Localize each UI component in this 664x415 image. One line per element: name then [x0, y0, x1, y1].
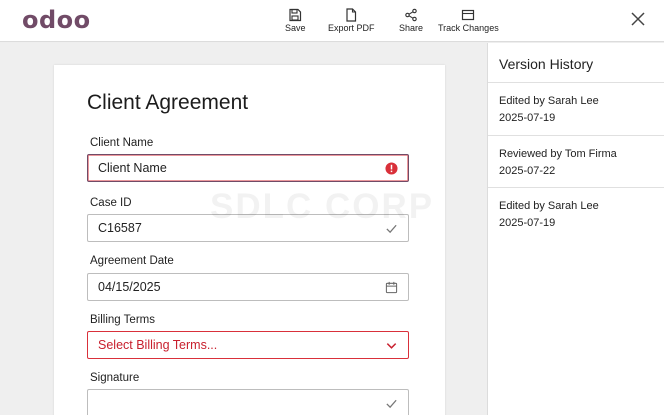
page-title: Client Agreement: [87, 91, 249, 114]
close-icon[interactable]: [630, 11, 646, 27]
case-id-value: C16587: [98, 221, 142, 235]
version-history-panel: Version History Edited by Sarah Lee 2025…: [487, 43, 664, 415]
save-button[interactable]: Save: [285, 8, 306, 33]
client-name-label: Client Name: [90, 137, 154, 149]
chevron-down-icon: [386, 343, 397, 349]
divider: [488, 187, 664, 188]
history-item-text: Reviewed by Tom Firma: [499, 148, 617, 160]
check-icon: [386, 224, 397, 234]
billing-terms-select[interactable]: Select Billing Terms...: [87, 331, 409, 359]
track-changes-icon: [462, 9, 475, 21]
top-bar: odoo Save Export PDF Share Track Changes: [0, 0, 664, 42]
client-name-input[interactable]: Client Name: [87, 154, 409, 182]
history-item[interactable]: Edited by Sarah Lee 2025-07-19: [499, 198, 599, 232]
history-item-text: Edited by Sarah Lee: [499, 200, 599, 212]
calendar-icon[interactable]: [385, 281, 398, 294]
divider: [488, 135, 664, 136]
case-id-input[interactable]: C16587: [87, 214, 409, 242]
history-item[interactable]: Reviewed by Tom Firma 2025-07-22: [499, 146, 617, 180]
odoo-logo[interactable]: odoo: [22, 6, 91, 34]
version-history-title: Version History: [499, 56, 594, 72]
case-id-label: Case ID: [90, 197, 132, 209]
history-item[interactable]: Edited by Sarah Lee 2025-07-19: [499, 93, 599, 127]
billing-terms-label: Billing Terms: [90, 314, 155, 326]
billing-terms-value: Select Billing Terms...: [98, 338, 218, 352]
divider: [488, 82, 664, 83]
share-button[interactable]: Share: [399, 8, 423, 33]
share-label: Share: [399, 23, 424, 33]
share-icon: [405, 8, 417, 22]
document-icon: [346, 8, 357, 22]
export-pdf-button[interactable]: Export PDF: [328, 8, 375, 33]
agreement-date-value: 04/15/2025: [98, 280, 161, 294]
error-icon: [385, 162, 398, 175]
history-item-date: 2025-07-19: [499, 217, 556, 229]
signature-label: Signature: [90, 372, 140, 384]
save-icon: [289, 8, 302, 22]
save-label: Save: [285, 23, 306, 33]
track-changes-label: Track Changes: [438, 23, 499, 33]
check-icon: [386, 399, 397, 409]
history-item-date: 2025-07-22: [499, 165, 556, 177]
history-item-date: 2025-07-19: [499, 112, 556, 124]
agreement-form-card: Client Agreement Client Name Client Name…: [54, 65, 445, 415]
signature-input[interactable]: [87, 389, 409, 415]
agreement-date-label: Agreement Date: [90, 255, 174, 267]
agreement-date-input[interactable]: 04/15/2025: [87, 273, 409, 301]
history-item-text: Edited by Sarah Lee: [499, 95, 599, 107]
track-changes-button[interactable]: Track Changes: [438, 8, 499, 33]
export-pdf-label: Export PDF: [328, 23, 375, 33]
client-name-value: Client Name: [98, 161, 167, 175]
document-area: Client Agreement Client Name Client Name…: [0, 43, 487, 415]
